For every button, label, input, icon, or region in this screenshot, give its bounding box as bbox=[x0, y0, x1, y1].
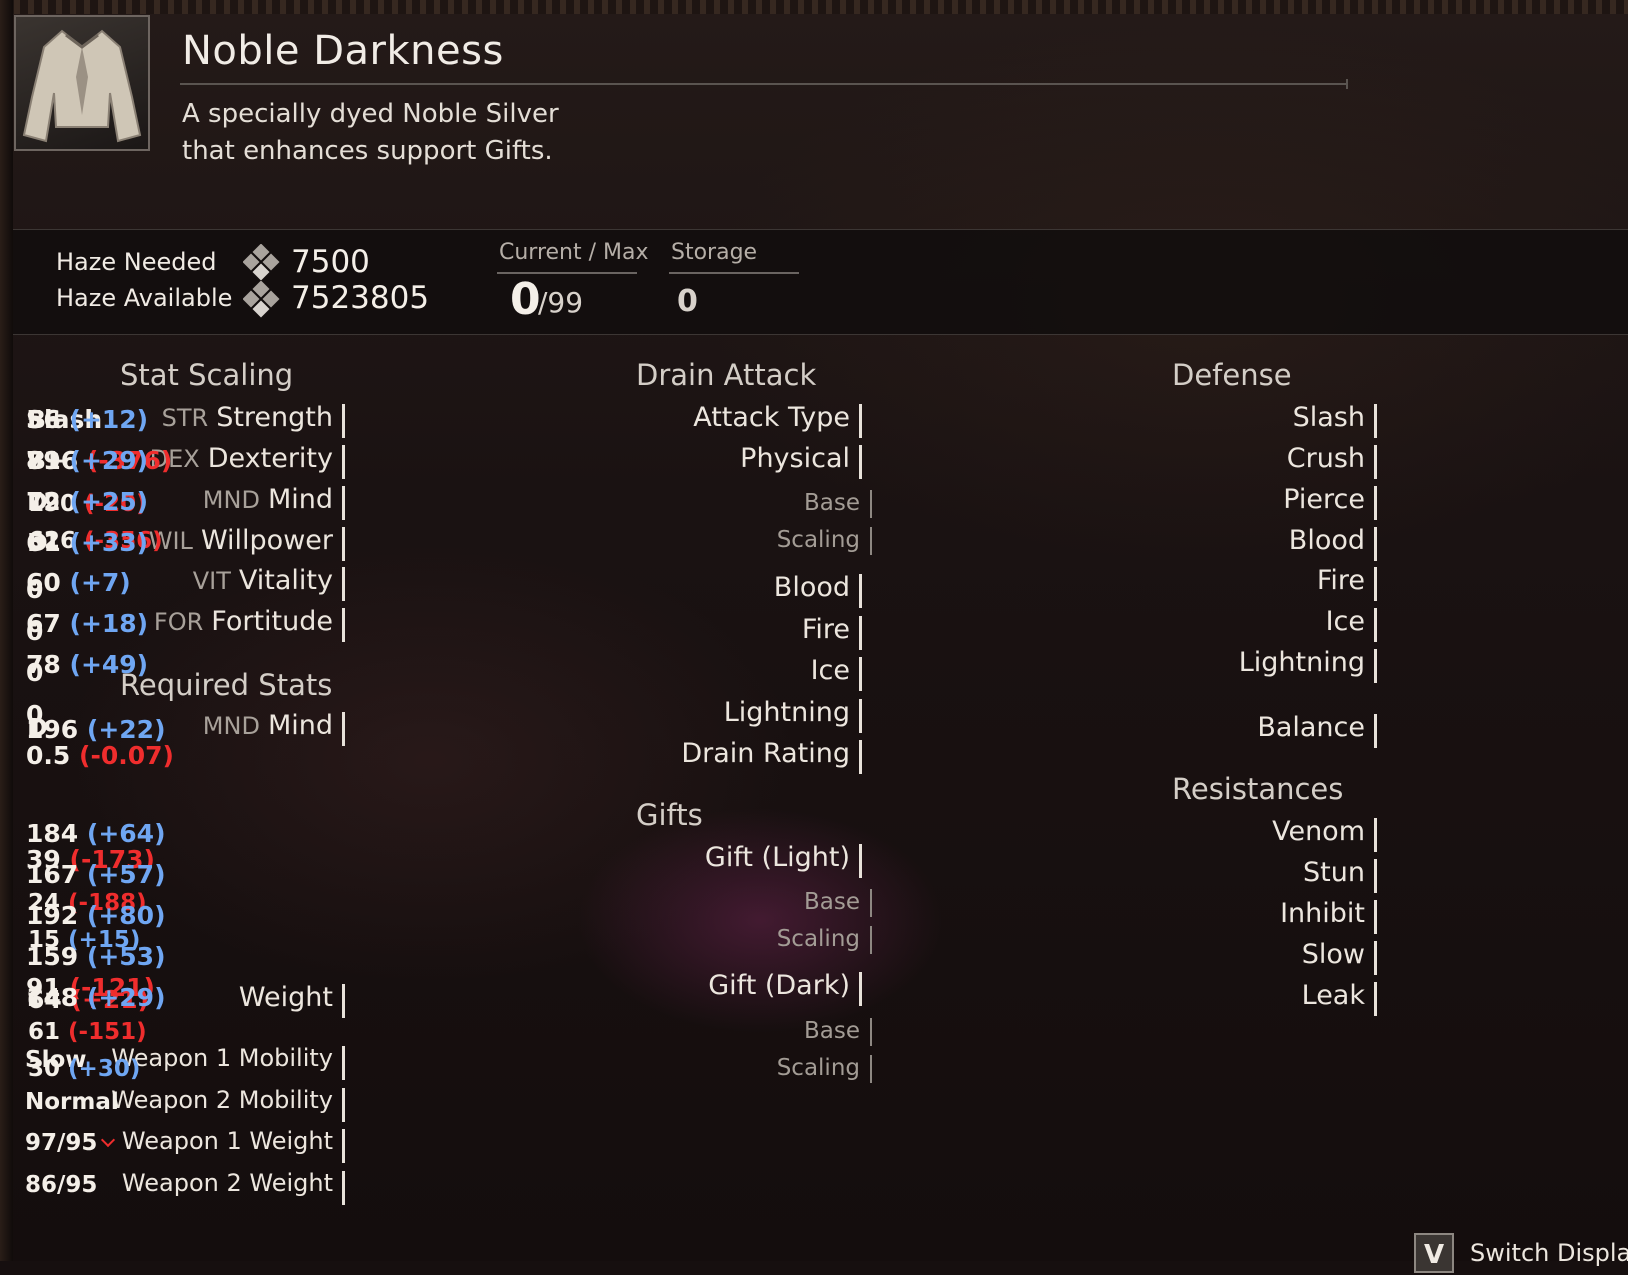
gift-dark-base-label: Base bbox=[803, 1018, 860, 1044]
haze-panel: Haze Needed Haze Available 7500 7523805 … bbox=[13, 229, 1628, 335]
haze-diamond-icon bbox=[243, 281, 280, 318]
item-name: Noble Darkness bbox=[182, 28, 504, 74]
defense-value: 61 (+33) bbox=[26, 528, 149, 557]
defense-label: Blood bbox=[1288, 525, 1365, 556]
row-divider bbox=[1374, 445, 1377, 479]
defense-row-blood: Blood 61 (+33) bbox=[0, 525, 1377, 565]
defense-value: 79 (+29) bbox=[26, 446, 149, 475]
gift-dark-scaling-row: Scaling 30 (+30) bbox=[0, 1051, 872, 1091]
row-divider bbox=[1374, 404, 1377, 438]
haze-available-label: Haze Available bbox=[56, 284, 233, 312]
balance-label: Balance bbox=[1257, 712, 1365, 743]
defense-value: 78 (+49) bbox=[26, 650, 149, 679]
defense-row-slash: Slash 56 (+12) bbox=[0, 402, 1377, 442]
row-divider bbox=[1374, 941, 1377, 975]
weapon-1-weight-row: Weapon 1 Weight 97/95 bbox=[0, 1127, 345, 1167]
resistance-value: 167 (+57) bbox=[26, 860, 166, 889]
defense-label: Fire bbox=[1316, 565, 1365, 596]
defense-label: Slash bbox=[1292, 402, 1365, 433]
resistance-label: Leak bbox=[1301, 980, 1365, 1011]
resistance-label: Inhibit bbox=[1280, 898, 1365, 929]
row-divider bbox=[1374, 567, 1377, 601]
defense-value: 72 (+25) bbox=[26, 487, 149, 516]
defense-label: Crush bbox=[1286, 443, 1365, 474]
defense-row-ice: Ice 67 (+18) bbox=[0, 606, 1377, 646]
row-divider bbox=[1374, 859, 1377, 893]
gift-dark-base-row: Base 61 (-151) bbox=[0, 1014, 872, 1054]
item-icon bbox=[14, 15, 150, 151]
storage-rule bbox=[669, 272, 799, 274]
resistance-row-stun: Stun 167 (+57) bbox=[0, 857, 1377, 897]
row-divider bbox=[1374, 818, 1377, 852]
gift-dark-scaling-label: Scaling bbox=[776, 1055, 860, 1081]
defense-value: 56 (+12) bbox=[26, 405, 149, 434]
resistance-value: 148 (+29) bbox=[26, 983, 166, 1012]
defense-row-fire: Fire 60 (+7) bbox=[0, 565, 1377, 605]
switch-display-label: Switch Display bbox=[1470, 1239, 1628, 1267]
haze-diamond-icon bbox=[243, 244, 280, 281]
description-line-2: that enhances support Gifts. bbox=[182, 136, 553, 166]
row-divider bbox=[1374, 982, 1377, 1016]
haze-needed-label: Haze Needed bbox=[56, 248, 217, 276]
current-count: 0 bbox=[510, 274, 541, 325]
row-divider bbox=[1374, 714, 1377, 748]
storage-count: 0 bbox=[677, 284, 698, 319]
weapon-1-weight-label: Weapon 1 Weight bbox=[121, 1127, 333, 1155]
resistance-value: 159 (+53) bbox=[26, 942, 166, 971]
resistance-label: Stun bbox=[1303, 857, 1365, 888]
defense-label: Lightning bbox=[1238, 647, 1365, 678]
defense-row-pierce: Pierce 72 (+25) bbox=[0, 484, 1377, 524]
weapon-1-weight-value: 97/95 bbox=[25, 1130, 116, 1156]
resistance-row-leak: Leak 148 (+29) bbox=[0, 980, 1377, 1020]
balance-row: Balance 196 (+22) bbox=[0, 712, 1377, 752]
row-divider bbox=[342, 1171, 345, 1205]
defense-label: Ice bbox=[1325, 606, 1365, 637]
row-divider bbox=[1374, 649, 1377, 683]
balance-value: 196 (+22) bbox=[26, 715, 166, 744]
row-divider bbox=[342, 1129, 345, 1163]
stat-scaling-title: Stat Scaling bbox=[120, 358, 294, 392]
row-divider bbox=[870, 1055, 872, 1083]
weapon-2-weight-label: Weapon 2 Weight bbox=[121, 1169, 333, 1197]
resistance-label: Venom bbox=[1272, 816, 1365, 847]
weapon-2-weight-row: Weapon 2 Weight 86/95 bbox=[0, 1169, 345, 1209]
defense-value: 67 (+18) bbox=[26, 609, 149, 638]
resistance-row-inhibit: Inhibit 192 (+80) bbox=[0, 898, 1377, 938]
storage-label: Storage bbox=[671, 240, 758, 265]
gift-dark-base-value: 61 (-151) bbox=[28, 1019, 147, 1045]
key-hint-v: V bbox=[1414, 1233, 1454, 1273]
haze-needed-value: 7500 bbox=[291, 244, 370, 280]
row-divider bbox=[1374, 608, 1377, 642]
resistance-value: 192 (+80) bbox=[26, 901, 166, 930]
description-line-1: A specially dyed Noble Silver bbox=[182, 99, 559, 129]
defense-label: Pierce bbox=[1283, 484, 1365, 515]
item-description: A specially dyed Noble Silver that enhan… bbox=[182, 96, 782, 170]
weapon-2-mobility-value: Normal bbox=[25, 1089, 119, 1115]
row-divider bbox=[342, 1088, 345, 1122]
title-divider bbox=[180, 79, 1348, 89]
row-divider bbox=[1374, 527, 1377, 561]
resistances-title: Resistances bbox=[1172, 772, 1344, 806]
row-divider bbox=[1374, 900, 1377, 934]
chevron-down-icon bbox=[101, 1132, 116, 1148]
row-divider bbox=[1374, 486, 1377, 520]
row-divider bbox=[870, 1018, 872, 1046]
gift-dark-scaling-value: 30 (+30) bbox=[28, 1056, 141, 1082]
blood-veil-jacket-icon bbox=[22, 29, 142, 143]
weapon-2-weight-value: 86/95 bbox=[25, 1172, 98, 1198]
current-max-label: Current / Max bbox=[499, 240, 649, 265]
haze-available-value: 7523805 bbox=[291, 280, 430, 316]
resistance-row-slow: Slow 159 (+53) bbox=[0, 939, 1377, 979]
resistance-value: 184 (+64) bbox=[26, 819, 166, 848]
drain-attack-title: Drain Attack bbox=[636, 358, 817, 392]
max-count: /99 bbox=[538, 286, 584, 319]
resistance-label: Slow bbox=[1301, 939, 1365, 970]
defense-value: 60 (+7) bbox=[26, 568, 131, 597]
top-decor-strip bbox=[0, 0, 1628, 14]
defense-row-lightning: Lightning 78 (+49) bbox=[0, 647, 1377, 687]
resistance-row-venom: Venom 184 (+64) bbox=[0, 816, 1377, 856]
weapon-2-mobility-row: Weapon 2 Mobility Normal bbox=[0, 1086, 345, 1126]
defense-row-crush: Crush 79 (+29) bbox=[0, 443, 1377, 483]
defense-title: Defense bbox=[1172, 358, 1292, 392]
